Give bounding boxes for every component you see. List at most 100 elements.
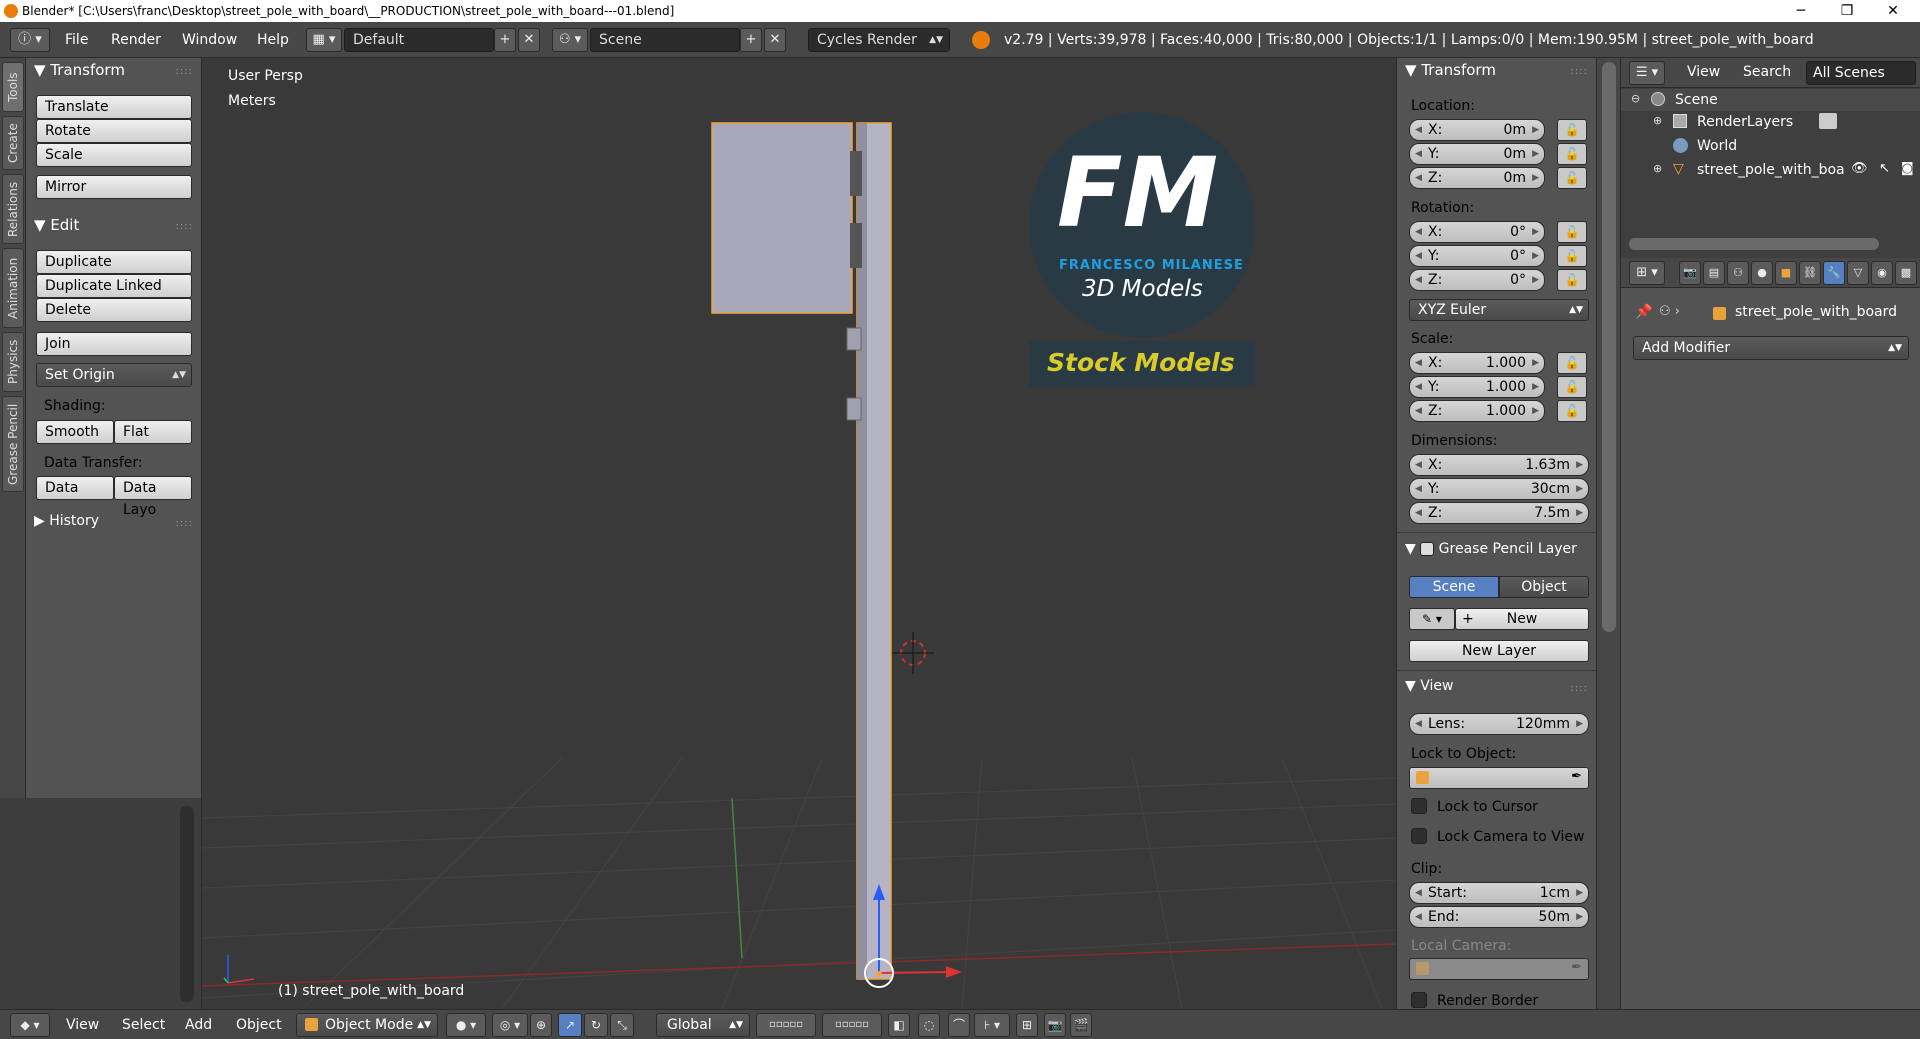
add-layout-icon[interactable]: +	[494, 28, 516, 52]
scale-button[interactable]: Scale	[36, 143, 192, 167]
menu-select[interactable]: Select	[122, 1017, 165, 1033]
selectable-cursor-icon[interactable]: ↖	[1879, 161, 1890, 176]
dimensions-z-field[interactable]: ◀ Z: 7.5m ▶	[1409, 502, 1589, 524]
tab-relations[interactable]: Relations	[2, 174, 24, 244]
rotation-z-field[interactable]: ◀ Z: 0° ▶	[1409, 269, 1545, 291]
lock-object-field[interactable]: ✒	[1409, 767, 1589, 789]
lock-icon[interactable]: 🔓	[1557, 352, 1587, 374]
lock-icon[interactable]: 🔓	[1557, 245, 1587, 267]
lock-camera-checkbox[interactable]	[1411, 828, 1427, 844]
outliner-row-renderlayers[interactable]: ⊕ RenderLayers	[1621, 111, 1920, 133]
scale-z-field[interactable]: ◀ Z: 1.000 ▶	[1409, 400, 1545, 422]
duplicate-button[interactable]: Duplicate	[36, 250, 192, 274]
lock-icon[interactable]: 🔓	[1557, 376, 1587, 398]
manipulator-toggle-icon[interactable]: ⊕	[530, 1013, 552, 1037]
dimensions-x-field[interactable]: ◀ X: 1.63m ▶	[1409, 454, 1589, 476]
expand-icon[interactable]: ⊕	[1653, 162, 1662, 175]
history-panel-header[interactable]: ▶ History	[34, 513, 99, 529]
snap-target-icon[interactable]: ⊞	[1016, 1013, 1038, 1037]
edit-panel-header[interactable]: ▼ Edit	[34, 216, 79, 234]
grease-pencil-header[interactable]: ▼ Grease Pencil Layer	[1405, 541, 1577, 557]
rotation-mode-dropdown[interactable]: XYZ Euler ▲▼	[1409, 299, 1589, 321]
lock-to-cursor-checkbox[interactable]	[1411, 798, 1427, 814]
remove-scene-icon[interactable]: ✕	[764, 28, 786, 52]
n-transform-header[interactable]: ▼ Transform	[1405, 61, 1496, 79]
tab-grease-pencil[interactable]: Grease Pencil	[2, 396, 24, 492]
scale-x-field[interactable]: ◀ X: 1.000 ▶	[1409, 352, 1545, 374]
opengl-render-icon[interactable]: 📷	[1044, 1013, 1066, 1037]
opengl-animation-icon[interactable]: 🎬	[1070, 1013, 1092, 1037]
tab-create[interactable]: Create	[2, 116, 24, 170]
dimensions-y-field[interactable]: ◀ Y: 30cm ▶	[1409, 478, 1589, 500]
expand-icon[interactable]: ⊕	[1653, 114, 1662, 127]
menu-render[interactable]: Render	[111, 32, 161, 48]
outliner-row-world[interactable]: World	[1621, 135, 1920, 157]
outliner-row-object[interactable]: ⊕ ▽ street_pole_with_board 👁 ↖ ◙	[1621, 159, 1920, 181]
drag-grip-icon[interactable]: ::::	[176, 66, 193, 77]
gp-object-toggle[interactable]: Object	[1499, 576, 1589, 598]
world-tab-icon[interactable]: ●	[1751, 261, 1773, 285]
mode-dropdown[interactable]: Object Mode ▲▼	[296, 1013, 438, 1037]
remove-layout-icon[interactable]: ✕	[518, 28, 540, 52]
rotation-y-field[interactable]: ◀ Y: 0° ▶	[1409, 245, 1545, 267]
menu-add[interactable]: Add	[185, 1017, 212, 1033]
renderlayer-tab-icon[interactable]: ▤	[1703, 261, 1725, 285]
location-x-field[interactable]: ◀ X: 0m ▶	[1409, 119, 1545, 141]
duplicate-linked-button[interactable]: Duplicate Linked	[36, 274, 192, 298]
lock-icon[interactable]: 🔓	[1557, 400, 1587, 422]
menu-view[interactable]: View	[66, 1017, 99, 1033]
translate-manipulator-icon[interactable]: ↗	[558, 1013, 582, 1037]
menu-object[interactable]: Object	[236, 1017, 282, 1033]
snap-toggle-icon[interactable]: ⌒	[948, 1013, 970, 1037]
location-y-field[interactable]: ◀ Y: 0m ▶	[1409, 143, 1545, 165]
lock-icon[interactable]: 🔓	[1557, 221, 1587, 243]
set-origin-dropdown[interactable]: Set Origin ▲▼	[36, 363, 192, 387]
smooth-button[interactable]: Smooth	[36, 420, 114, 444]
flat-button[interactable]: Flat	[114, 420, 192, 444]
tab-tools[interactable]: Tools	[2, 62, 24, 112]
lock-icon[interactable]: 🔓	[1557, 143, 1587, 165]
rotate-button[interactable]: Rotate	[36, 119, 192, 143]
menu-file[interactable]: File	[65, 32, 88, 48]
pin-icon[interactable]: 📌	[1635, 304, 1652, 320]
tab-animation[interactable]: Animation	[2, 248, 24, 328]
render-border-checkbox[interactable]	[1411, 992, 1427, 1008]
collapse-icon[interactable]: ⊖	[1631, 92, 1640, 105]
object-tab-icon[interactable]: ■	[1775, 261, 1797, 285]
outliner-filter-dropdown[interactable]: All Scenes	[1806, 61, 1916, 85]
data-button[interactable]: Data	[36, 476, 114, 500]
location-z-field[interactable]: ◀ Z: 0m ▶	[1409, 167, 1545, 189]
render-engine-dropdown[interactable]: Cycles Render ▲▼	[808, 28, 950, 52]
clip-end-field[interactable]: ◀ End: 50m ▶	[1409, 906, 1589, 928]
info-editor-icon[interactable]: ⓘ ▾	[10, 28, 50, 52]
layout-selector[interactable]: Default	[344, 28, 494, 52]
orientation-dropdown[interactable]: Global ▲▼	[656, 1013, 750, 1037]
transform-manipulator[interactable]	[864, 884, 962, 988]
drag-grip-icon[interactable]: ::::	[176, 518, 193, 529]
lock-icon[interactable]: 🔓	[1557, 167, 1587, 189]
view-panel-header[interactable]: ▼ View	[1405, 678, 1453, 694]
proportional-edit-icon[interactable]: ◌	[918, 1013, 940, 1037]
add-modifier-dropdown[interactable]: Add Modifier ▲▼	[1633, 336, 1909, 360]
clip-start-field[interactable]: ◀ Start: 1cm ▶	[1409, 882, 1589, 904]
render-tab-icon[interactable]: 📷	[1679, 261, 1701, 285]
properties-editor-icon[interactable]: ⊞ ▾	[1629, 261, 1665, 285]
outliner-editor-icon[interactable]: ☰ ▾	[1629, 61, 1665, 85]
outliner-view-menu[interactable]: View	[1687, 64, 1720, 80]
viewport-shading-icon[interactable]: ● ▾	[446, 1013, 486, 1037]
gp-scene-toggle[interactable]: Scene	[1409, 576, 1499, 598]
render-camera-icon[interactable]: ◙	[1901, 161, 1914, 176]
mirror-button[interactable]: Mirror	[36, 175, 192, 199]
scene-icon[interactable]: ⚇ ▾	[552, 28, 588, 52]
screen-layout-icon[interactable]: ▦ ▾	[306, 28, 342, 52]
scrollbar[interactable]	[1602, 62, 1616, 632]
menu-window[interactable]: Window	[182, 32, 237, 48]
outliner-row-scene[interactable]: ⊖ Scene	[1621, 89, 1920, 111]
menu-help[interactable]: Help	[257, 32, 289, 48]
tab-physics[interactable]: Physics	[2, 332, 24, 392]
gp-new-button[interactable]: + New	[1455, 608, 1589, 630]
layers-grid-1-icon[interactable]: ▫▫▫▫▫	[756, 1013, 816, 1037]
visibility-eye-icon[interactable]: 👁	[1851, 161, 1868, 176]
scene-tab-icon[interactable]: ⚇	[1727, 261, 1749, 285]
outliner-search-menu[interactable]: Search	[1743, 64, 1791, 80]
